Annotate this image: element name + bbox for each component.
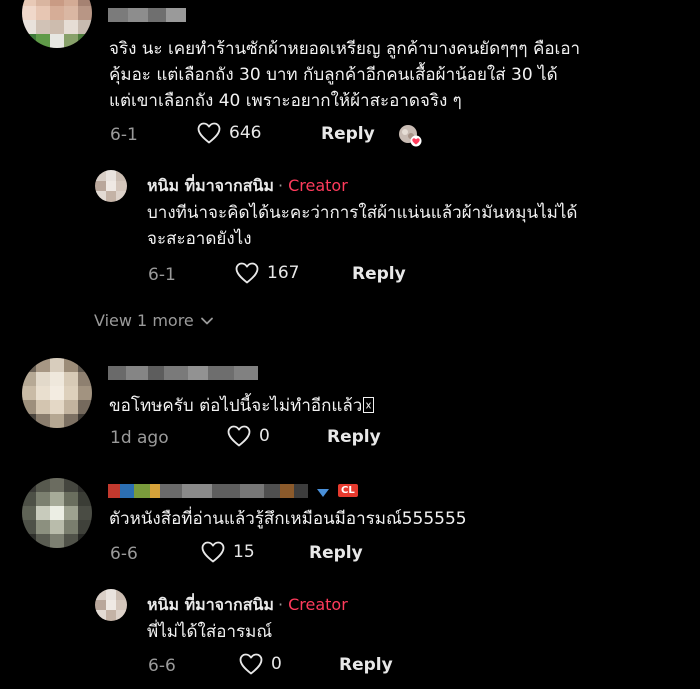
like-button[interactable]: 646 bbox=[197, 122, 261, 144]
creator-avatar[interactable] bbox=[95, 170, 127, 202]
avatar[interactable] bbox=[22, 358, 92, 428]
blurred-username bbox=[108, 8, 186, 22]
creator-liked-icon bbox=[398, 124, 422, 148]
reply-meta: 6-1 bbox=[148, 262, 176, 288]
separator: · bbox=[277, 176, 284, 195]
like-count: 0 bbox=[271, 654, 282, 674]
blurred-username bbox=[108, 366, 258, 380]
level-badge: CL bbox=[338, 484, 358, 497]
blurred-username bbox=[108, 484, 308, 498]
reply-text-line: จะสะอาดยังไง bbox=[147, 229, 252, 249]
heart-icon bbox=[197, 122, 221, 144]
like-count: 167 bbox=[267, 263, 300, 283]
comment-text-line: ตัวหนังสือที่อ่านแล้วรู้สึกเหมือนมีอารมณ… bbox=[109, 509, 467, 529]
view-more-label: View 1 more bbox=[94, 311, 194, 330]
comment-date: 6-6 bbox=[110, 544, 138, 564]
like-count: 15 bbox=[233, 542, 255, 562]
comment-text-line: จริง นะ เคยทำร้านซักผ้าหยอดเหรียญ ลูกค้า… bbox=[109, 39, 581, 59]
separator: · bbox=[277, 595, 284, 614]
comment-meta: 6-6 bbox=[110, 541, 138, 567]
comment-date: 1d ago bbox=[110, 428, 169, 448]
comment-text-line: คุ้มอะ แต่เลือกถัง 30 บาท กับลูกค้าอีกคน… bbox=[109, 65, 558, 85]
comment-text: ตัวหนังสือที่อ่านแล้วรู้สึกเหมือนมีอารมณ… bbox=[109, 506, 467, 532]
reply-button[interactable]: Reply bbox=[352, 264, 406, 284]
like-button[interactable]: 0 bbox=[239, 653, 282, 675]
comment-text: จริง นะ เคยทำร้านซักผ้าหยอดเหรียญ ลูกค้า… bbox=[109, 36, 580, 114]
like-button[interactable]: 15 bbox=[201, 541, 255, 563]
reply-button[interactable]: Reply bbox=[339, 655, 393, 675]
comment-text-line: ขอโทษครับ ต่อไปนี้จะไม่ทำอีกแล้ว bbox=[109, 396, 363, 416]
reply-text: บางทีน่าจะคิดได้นะคะว่าการใส่ผ้าแน่นแล้ว… bbox=[147, 200, 577, 252]
verified-badge-icon bbox=[317, 489, 329, 497]
reply-username-row: หนิม ที่มาจากสนิม · Creator bbox=[147, 174, 348, 199]
creator-tag: Creator bbox=[288, 176, 348, 195]
creator-username[interactable]: หนิม ที่มาจากสนิม bbox=[147, 176, 274, 195]
reply-username-row: หนิม ที่มาจากสนิม · Creator bbox=[147, 593, 348, 618]
reply-button[interactable]: Reply bbox=[321, 124, 375, 144]
heart-icon bbox=[235, 262, 259, 284]
chevron-down-icon bbox=[200, 317, 213, 324]
reply-text-line: บางทีน่าจะคิดได้นะคะว่าการใส่ผ้าแน่นแล้ว… bbox=[147, 203, 578, 223]
like-button[interactable]: 167 bbox=[235, 262, 299, 284]
avatar[interactable] bbox=[22, 478, 92, 548]
heart-icon bbox=[239, 653, 263, 675]
reply-meta: 6-6 bbox=[148, 653, 176, 679]
comment-date: 6-1 bbox=[110, 125, 138, 145]
reply-button[interactable]: Reply bbox=[327, 427, 381, 447]
heart-icon bbox=[227, 425, 251, 447]
like-count: 646 bbox=[229, 123, 262, 143]
view-more-replies-button[interactable]: View 1 more bbox=[94, 311, 214, 330]
comment-text: ขอโทษครับ ต่อไปนี้จะไม่ทำอีกแล้ว bbox=[109, 393, 375, 419]
heart-icon bbox=[201, 541, 225, 563]
comment-meta: 1d ago bbox=[110, 425, 169, 451]
reply-button[interactable]: Reply bbox=[309, 543, 363, 563]
like-count: 0 bbox=[259, 426, 270, 446]
reply-text-line: พี่ไม่ได้ใส่อารมณ์ bbox=[147, 622, 273, 642]
comment-text-line: แต่เขาเลือกถัง 40 เพราะอยากให้ผ้าสะอาดจร… bbox=[109, 91, 462, 111]
creator-avatar[interactable] bbox=[95, 589, 127, 621]
reply-text: พี่ไม่ได้ใส่อารมณ์ bbox=[147, 619, 272, 645]
creator-username[interactable]: หนิม ที่มาจากสนิม bbox=[147, 595, 274, 614]
comment-meta: 6-1 bbox=[110, 122, 138, 148]
avatar[interactable] bbox=[22, 0, 92, 48]
missing-glyph-icon bbox=[363, 397, 375, 413]
reply-date: 6-1 bbox=[148, 265, 176, 285]
like-button[interactable]: 0 bbox=[227, 425, 270, 447]
reply-date: 6-6 bbox=[148, 656, 176, 676]
creator-tag: Creator bbox=[288, 595, 348, 614]
